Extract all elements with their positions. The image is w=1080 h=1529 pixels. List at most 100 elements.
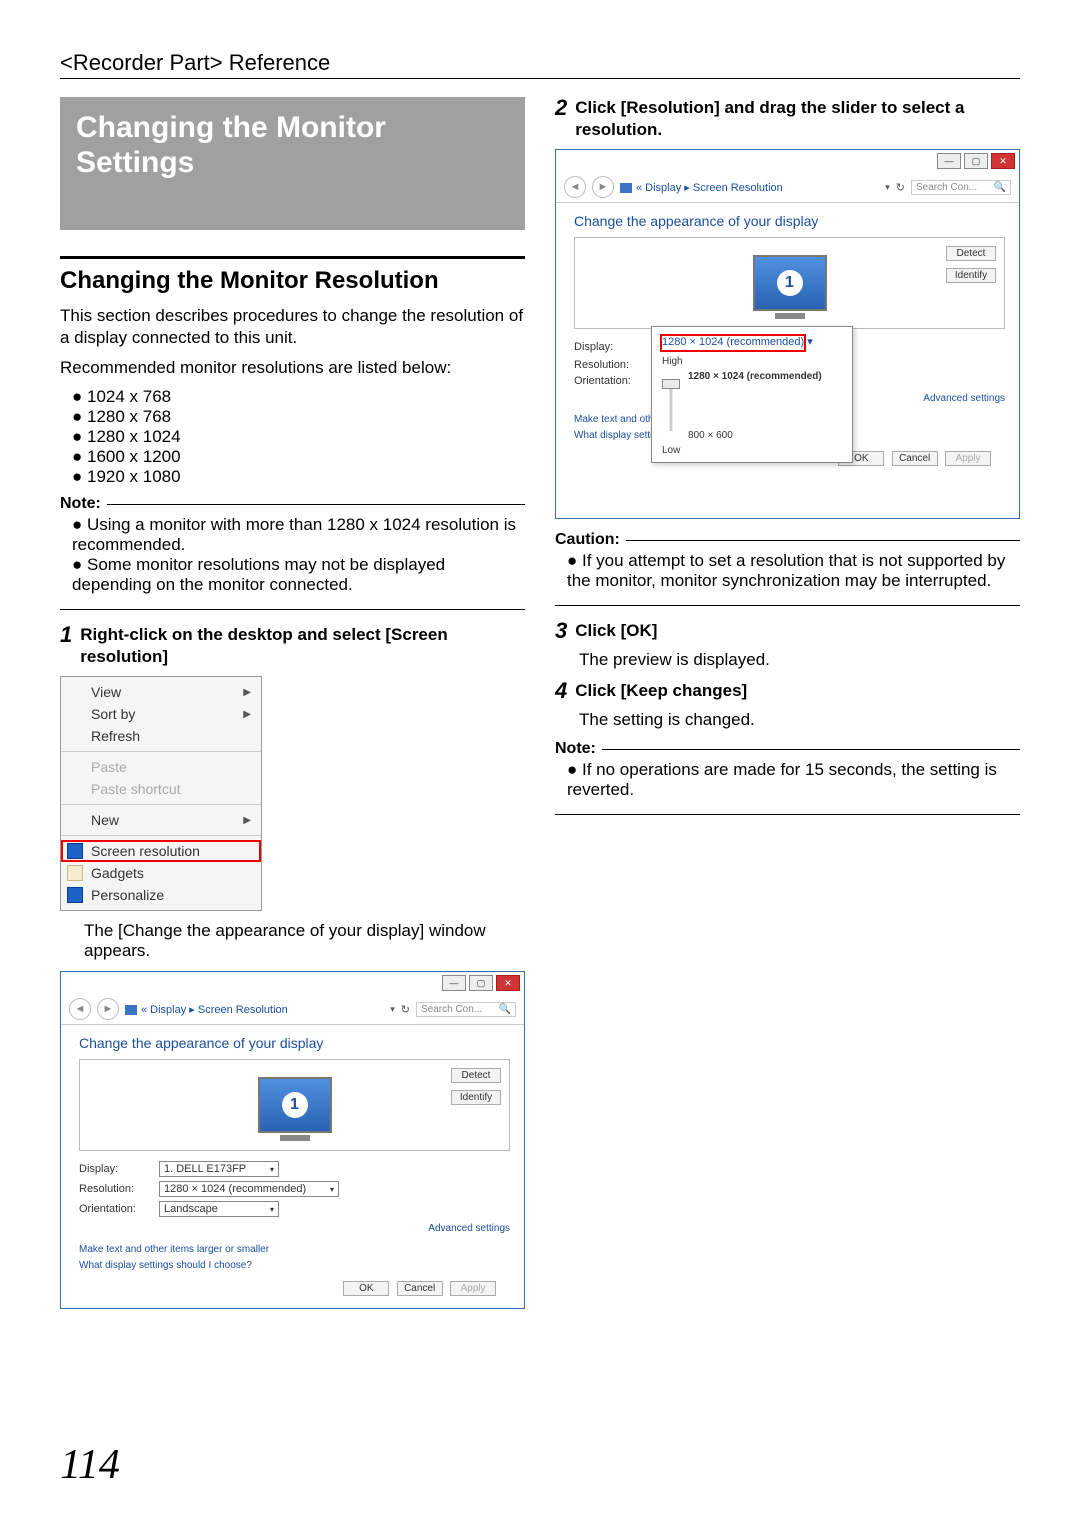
search-icon: 🔍 [499,1004,511,1015]
resolution-slider-popup: 1280 × 1024 (recommended) ▾ High 1280 × … [651,326,853,463]
minimize-button[interactable]: — [442,975,466,991]
nav-forward-icon[interactable]: ► [97,998,119,1020]
display-dropdown[interactable]: 1. DELL E173FP▾ [159,1161,279,1177]
step-1-text: Right-click on the desktop and select [S… [80,624,525,668]
monitor-icon: 1 [258,1077,332,1133]
menu-item-personalize[interactable]: Personalize [61,884,261,906]
slider-recommended-label: 1280 × 1024 (recommended) [688,371,822,382]
cancel-button[interactable]: Cancel [397,1281,443,1296]
resolution-dropdown-open[interactable]: 1280 × 1024 (recommended) [662,336,804,350]
submenu-arrow-icon: ▶ [243,815,251,826]
screen-resolution-dialog-slider: — ▢ ✕ ◄ ► « Display ▸ Screen Resolution … [555,149,1020,519]
display-icon [620,183,632,193]
close-button[interactable]: ✕ [496,975,520,991]
menu-item-screen-resolution[interactable]: Screen resolution [61,840,261,862]
apply-button: Apply [450,1281,496,1296]
step-4-text: Click [Keep changes] [575,680,1020,702]
menu-item-new[interactable]: New▶ [61,809,261,831]
menu-item-refresh[interactable]: Refresh [61,725,261,747]
dialog-heading: Change the appearance of your display [79,1035,510,1051]
ok-button[interactable]: OK [343,1281,389,1296]
step-number: 4 [555,680,567,702]
step-2-text: Click [Resolution] and drag the slider t… [575,97,1020,141]
submenu-arrow-icon: ▶ [243,687,251,698]
slider-thumb[interactable] [662,379,680,389]
detect-button[interactable]: Detect [451,1068,501,1083]
slider-low-res-label: 800 × 600 [688,430,822,441]
slider-low-label: Low [662,445,842,456]
caution-label: Caution: [555,531,620,549]
monitor-preview[interactable]: Detect Identify 1 [79,1059,510,1151]
personalize-icon [67,887,83,903]
resolution-dropdown[interactable]: 1280 × 1024 (recommended)▾ [159,1181,339,1197]
step-3-desc: The preview is displayed. [579,650,1020,670]
note-item: Some monitor resolutions may not be disp… [72,555,525,595]
maximize-button[interactable]: ▢ [964,153,988,169]
step-1-after: The [Change the appearance of your displ… [84,921,525,961]
breadcrumb: <Recorder Part> Reference [60,50,1020,79]
resolution-label: Resolution: [79,1183,159,1195]
identify-button[interactable]: Identify [946,268,996,283]
advanced-settings-link[interactable]: Advanced settings [79,1223,510,1234]
maximize-button[interactable]: ▢ [469,975,493,991]
note-box-2: Note: If no operations are made for 15 s… [555,740,1020,815]
help-link-text-size[interactable]: Make text and other items larger or smal… [79,1242,510,1258]
menu-item-view[interactable]: View▶ [61,681,261,703]
dialog-heading: Change the appearance of your display [574,213,1005,229]
breadcrumb-path[interactable]: « Display ▸ Screen Resolution [620,181,879,194]
step-3-text: Click [OK] [575,620,1020,642]
submenu-arrow-icon: ▶ [243,709,251,720]
close-button[interactable]: ✕ [991,153,1015,169]
apply-button: Apply [945,451,991,466]
step-number: 2 [555,97,567,141]
search-icon: 🔍 [994,182,1006,193]
nav-back-icon[interactable]: ◄ [69,998,91,1020]
orientation-label: Orientation: [79,1203,159,1215]
step-4-desc: The setting is changed. [579,710,1020,730]
caution-box: Caution: If you attempt to set a resolut… [555,531,1020,606]
monitor-preview[interactable]: Detect Identify 1 [574,237,1005,329]
note-label: Note: [555,740,596,758]
note-box: Note: Using a monitor with more than 128… [60,495,525,610]
monitor-icon: 1 [753,255,827,311]
resolution-label: Resolution: [574,359,654,371]
list-item: 1280 x 768 [72,407,525,427]
section-title: Changing the Monitor Resolution [60,267,525,295]
caution-item: If you attempt to set a resolution that … [567,551,1020,591]
list-item: 1280 x 1024 [72,427,525,447]
chevron-down-icon: ▾ [270,1165,274,1174]
help-link-display-settings[interactable]: What display settings should I choose? [79,1258,510,1274]
menu-item-gadgets[interactable]: Gadgets [61,862,261,884]
step-number: 1 [60,624,72,668]
chevron-down-icon: ▾ [330,1185,334,1194]
gadgets-icon [67,865,83,881]
breadcrumb-path[interactable]: « Display ▸ Screen Resolution [125,1003,384,1016]
detect-button[interactable]: Detect [946,246,996,261]
nav-forward-icon[interactable]: ► [592,176,614,198]
menu-item-sortby[interactable]: Sort by▶ [61,703,261,725]
minimize-button[interactable]: — [937,153,961,169]
display-label: Display: [574,341,654,353]
slider-high-label: High [662,356,842,367]
resolution-list: 1024 x 768 1280 x 768 1280 x 1024 1600 x… [72,387,525,487]
page-number: 114 [60,1441,1020,1489]
orientation-label: Orientation: [574,375,654,387]
list-item: 1920 x 1080 [72,467,525,487]
search-input[interactable]: Search Con...🔍 [911,180,1011,195]
monitor-icon [67,843,83,859]
screen-resolution-dialog: — ▢ ✕ ◄ ► « Display ▸ Screen Resolution … [60,971,525,1309]
display-icon [125,1005,137,1015]
nav-back-icon[interactable]: ◄ [564,176,586,198]
note-item: If no operations are made for 15 seconds… [567,760,1020,800]
menu-item-paste: Paste [61,756,261,778]
identify-button[interactable]: Identify [451,1090,501,1105]
cancel-button[interactable]: Cancel [892,451,938,466]
note-label: Note: [60,495,101,513]
menu-item-paste-shortcut: Paste shortcut [61,778,261,800]
list-item: 1600 x 1200 [72,447,525,467]
page-title: Changing the Monitor Settings [60,97,525,230]
chevron-down-icon: ▾ [270,1205,274,1214]
search-input[interactable]: Search Con...🔍 [416,1002,516,1017]
note-item: Using a monitor with more than 1280 x 10… [72,515,525,555]
orientation-dropdown[interactable]: Landscape▾ [159,1201,279,1217]
